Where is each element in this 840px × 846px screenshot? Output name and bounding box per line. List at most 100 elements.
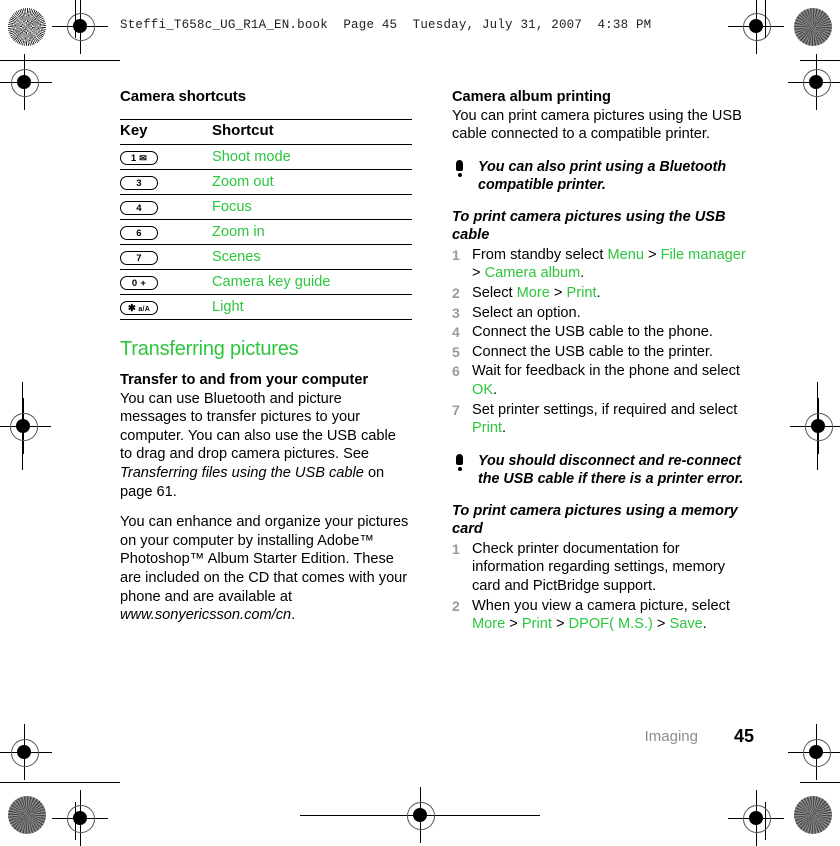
keypad-key-icon: 1 ✉	[120, 151, 158, 165]
procedure-title-usb-cable: To print camera pictures using the USB c…	[452, 208, 726, 243]
transfer-para1-text-a: You can use Bluetooth and picture messag…	[120, 390, 396, 463]
camera-shortcuts-table: Key Shortcut 1 ✉ Shoot mode 3 Zoom out 4 Focu…	[120, 119, 412, 320]
shortcut-key-cell: 0 +	[120, 269, 212, 295]
keypad-key-icon: 0 +	[120, 276, 158, 290]
footer-page-number: 45	[733, 726, 754, 746]
step-text: Select an option.	[472, 304, 581, 321]
table-row: 3 Zoom out	[120, 169, 412, 195]
path-separator: >	[472, 265, 485, 282]
transfer-paragraph-1: You can use Bluetooth and picture messag…	[120, 390, 412, 502]
menu-path-item[interactable]: Camera album	[485, 265, 581, 281]
path-separator: >	[505, 616, 522, 633]
procedure-step: Connect the USB cable to the phone.	[452, 323, 754, 342]
menu-path-item[interactable]: DPOF( M.S.)	[569, 616, 653, 632]
footer-section-name: Imaging	[644, 728, 698, 745]
note-printer-error: You should disconnect and re-connect the…	[452, 452, 754, 488]
shortcut-action-cell: Zoom in	[212, 219, 412, 245]
book-file-header: Steffi_T658c_UG_R1A_EN.book Page 45 Tues…	[120, 18, 652, 32]
menu-path-item[interactable]: File manager	[661, 247, 746, 263]
step-text: When you view a camera picture, select	[472, 597, 730, 614]
step-text: Connect the USB cable to the printer.	[472, 343, 713, 360]
keypad-key-icon: 7	[120, 251, 158, 265]
menu-path-item[interactable]: Print	[567, 285, 597, 301]
menu-path-item[interactable]: Menu	[607, 247, 644, 263]
transfer-para2-text-a: You can enhance and organize your pictur…	[120, 514, 409, 605]
shortcut-key-cell: ✱ a/A	[120, 294, 212, 320]
procedure-step: Select More > Print.	[452, 284, 754, 303]
menu-path-item[interactable]: Print	[522, 616, 552, 632]
sonyericsson-url: www.sonyericsson.com/cn	[120, 607, 292, 624]
shortcut-action-cell: Light	[212, 294, 412, 320]
keypad-key-icon: 3	[120, 176, 158, 190]
document-page: Steffi_T658c_UG_R1A_EN.book Page 45 Tues…	[0, 0, 840, 840]
step-text: Wait for feedback in the phone and selec…	[472, 363, 740, 380]
column-header-key: Key	[120, 119, 212, 145]
camera-album-printing-intro: You can print camera pictures using the …	[452, 107, 742, 143]
step-text-end: .	[493, 381, 498, 398]
exclamation-icon	[456, 159, 463, 177]
transfer-para2-text-b: .	[291, 607, 296, 624]
path-separator: >	[643, 246, 661, 263]
path-separator: >	[652, 616, 670, 633]
step-text-end: .	[580, 265, 585, 282]
procedure-step: From standby select Menu > File manager …	[452, 246, 754, 283]
camera-album-printing-subheading: Camera album printing	[452, 89, 611, 105]
menu-path-item[interactable]: More	[472, 616, 505, 632]
shortcut-key-cell: 4	[120, 194, 212, 220]
procedure-step: When you view a camera picture, select M…	[452, 597, 754, 634]
procedure-step: Connect the USB cable to the printer.	[452, 343, 754, 362]
camera-shortcuts-heading: Camera shortcuts	[120, 88, 246, 105]
table-row: 0 + Camera key guide	[120, 269, 412, 295]
shortcuts-table-body: 1 ✉ Shoot mode 3 Zoom out 4 Focus 6 Zoom in 7 Sce…	[120, 144, 412, 320]
step-text-end: .	[702, 616, 707, 633]
keypad-key-secondary-glyph: a/A	[136, 306, 151, 313]
procedure-step: Wait for feedback in the phone and selec…	[452, 362, 754, 399]
table-row: 7 Scenes	[120, 244, 412, 270]
table-header-row: Key Shortcut	[120, 119, 412, 145]
shortcut-key-cell: 3	[120, 169, 212, 195]
left-column: Camera shortcuts Key Shortcut 1 ✉ Shoot m…	[120, 88, 412, 637]
transferring-pictures-heading: Transferring pictures	[120, 338, 299, 360]
path-separator: >	[551, 616, 569, 633]
procedure-steps-usb-cable: From standby select Menu > File manager …	[452, 246, 754, 438]
menu-path-item[interactable]: Save	[670, 616, 703, 632]
step-text: Connect the USB cable to the phone.	[472, 324, 713, 341]
shortcut-action-cell: Shoot mode	[212, 144, 412, 170]
shortcut-key-cell: 1 ✉	[120, 144, 212, 170]
note-bluetooth-printer-text: You can also print using a Bluetooth com…	[478, 158, 727, 193]
procedure-step: Check printer documentation for informat…	[452, 540, 754, 596]
table-row: 1 ✉ Shoot mode	[120, 144, 412, 170]
column-header-shortcut: Shortcut	[212, 119, 412, 145]
keypad-key-icon: 4	[120, 201, 158, 215]
table-row: ✱ a/A Light	[120, 294, 412, 320]
table-row: 4 Focus	[120, 194, 412, 220]
note-bluetooth-printer: You can also print using a Bluetooth com…	[452, 158, 754, 194]
procedure-step: Set printer settings, if required and se…	[452, 401, 754, 438]
procedure-step: Select an option.	[452, 304, 754, 323]
keypad-key-icon: ✱ a/A	[120, 301, 158, 315]
right-column: Camera album printing You can print came…	[452, 88, 754, 635]
shortcut-action-cell: Focus	[212, 194, 412, 220]
shortcut-key-cell: 6	[120, 219, 212, 245]
transfer-para1-cross-reference: Transferring files using the USB cable	[120, 464, 364, 481]
transfer-subheading: Transfer to and from your computer	[120, 372, 369, 388]
keypad-key-icon: 6	[120, 226, 158, 240]
menu-path-item[interactable]: OK	[472, 382, 493, 398]
shortcut-action-cell: Scenes	[212, 244, 412, 270]
step-text: Set printer settings, if required and se…	[472, 401, 738, 418]
exclamation-icon	[456, 453, 463, 471]
table-row: 6 Zoom in	[120, 219, 412, 245]
step-text-end: .	[502, 420, 507, 437]
shortcut-action-cell: Zoom out	[212, 169, 412, 195]
shortcut-key-cell: 7	[120, 244, 212, 270]
procedure-title-memory-card: To print camera pictures using a memory …	[452, 502, 738, 537]
menu-path-item[interactable]: More	[517, 285, 550, 301]
step-text-end: .	[596, 284, 601, 301]
step-text: From standby select	[472, 246, 608, 263]
keypad-key-secondary-glyph: ✉	[136, 153, 148, 163]
procedure-steps-memory-card: Check printer documentation for informat…	[452, 540, 754, 634]
step-text: Select	[472, 284, 517, 301]
note-printer-error-text: You should disconnect and re-connect the…	[478, 452, 744, 487]
path-separator: >	[549, 284, 567, 301]
menu-path-item[interactable]: Print	[472, 420, 502, 436]
